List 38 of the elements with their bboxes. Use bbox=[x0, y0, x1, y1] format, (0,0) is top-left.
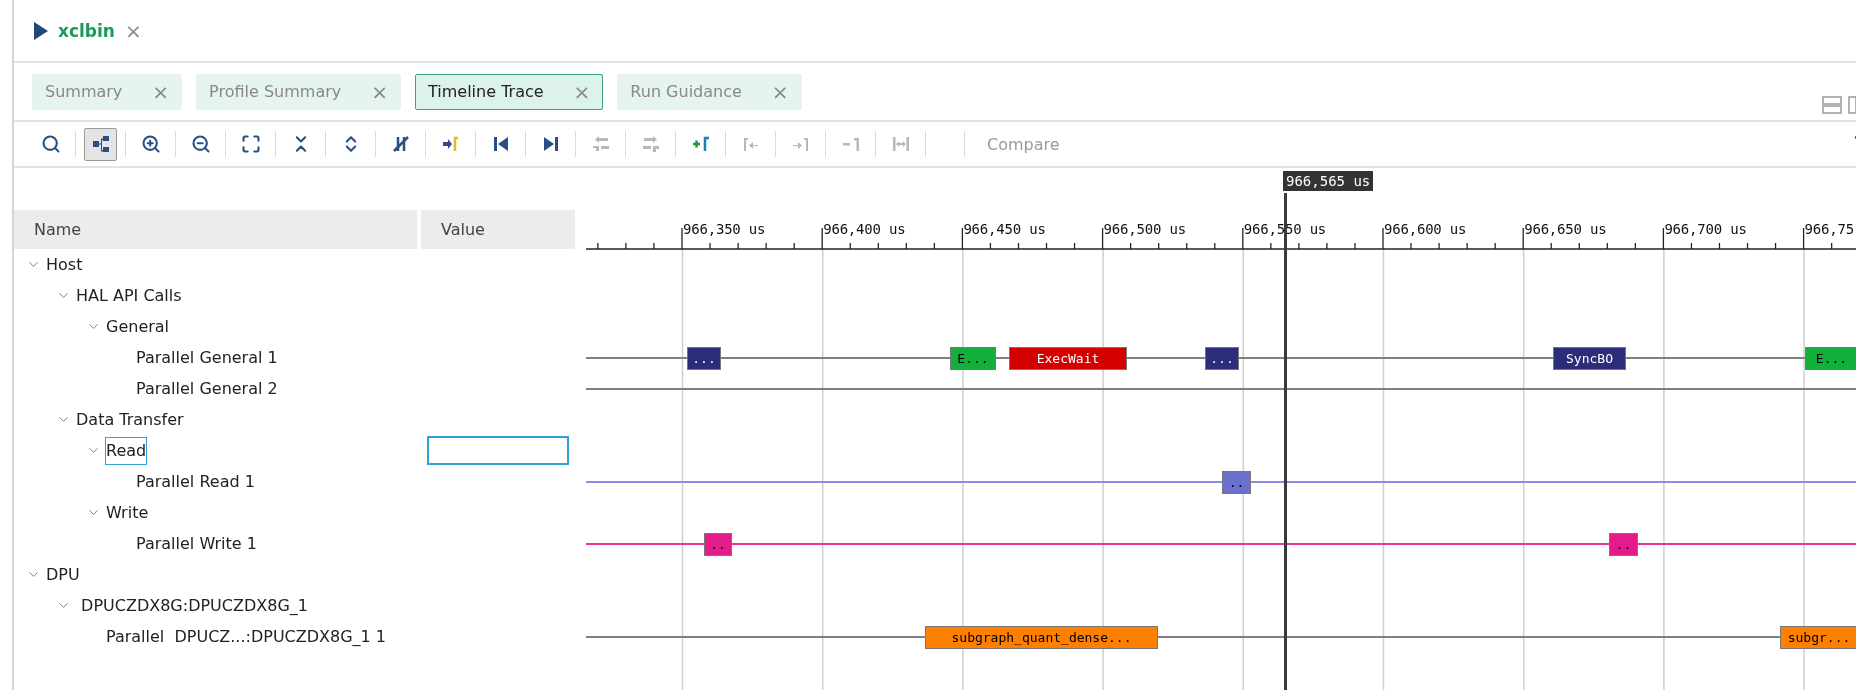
trace-event[interactable]: subgraph_quant_dense... bbox=[925, 626, 1158, 649]
tick-label: 966,75 bbox=[1804, 221, 1854, 237]
tree-item[interactable]: Parallel Read 1 bbox=[135, 467, 256, 496]
trace-event[interactable]: ... bbox=[687, 347, 721, 370]
tick-label: 966,400 us bbox=[823, 221, 906, 237]
cursor-label: 966,565 us bbox=[1283, 171, 1374, 191]
tree-item[interactable]: Parallel General 2 bbox=[135, 374, 279, 403]
trace-event[interactable]: ExecWait bbox=[1009, 347, 1127, 370]
close-button[interactable]: × bbox=[124, 20, 142, 41]
tick-label: 966,700 us bbox=[1664, 221, 1747, 237]
tree-item[interactable]: Data Transfer bbox=[75, 405, 185, 434]
trace-event[interactable]: ... bbox=[1205, 347, 1239, 370]
tick-label: 966,500 us bbox=[1103, 221, 1186, 237]
tree-item[interactable]: Parallel General 1 bbox=[135, 343, 279, 372]
tree-item[interactable]: DPU bbox=[45, 560, 81, 589]
trace-event[interactable]: E... bbox=[1805, 347, 1856, 370]
trace-event[interactable]: E... bbox=[950, 347, 996, 370]
tick-label: 966,600 us bbox=[1384, 221, 1467, 237]
editor-title[interactable]: xclbin bbox=[58, 20, 115, 41]
tree-item[interactable]: Host bbox=[45, 250, 84, 279]
column-header[interactable]: Name bbox=[14, 210, 417, 249]
tree-item[interactable]: Read bbox=[105, 436, 148, 465]
trace-event[interactable]: .. bbox=[1222, 471, 1251, 494]
tree-item[interactable]: Parallel DPUCZ...:DPUCZDX8G_1 1 bbox=[105, 622, 388, 651]
trace-event[interactable]: subgr... bbox=[1780, 626, 1856, 649]
column-header[interactable]: Value bbox=[421, 210, 575, 249]
tree-item[interactable]: DPUCZDX8G:DPUCZDX8G_1 bbox=[75, 591, 309, 620]
trace-event[interactable]: .. bbox=[1609, 533, 1638, 556]
trace-event[interactable]: SyncBO bbox=[1553, 347, 1626, 370]
tree-item[interactable]: HAL API Calls bbox=[75, 281, 183, 310]
tick-label: 966,650 us bbox=[1524, 221, 1607, 237]
trace-event[interactable]: .. bbox=[704, 533, 732, 556]
tree-item[interactable]: Parallel Write 1 bbox=[135, 529, 258, 558]
tick-label: 966,450 us bbox=[963, 221, 1046, 237]
tree-item[interactable]: General bbox=[105, 312, 171, 341]
report-tab[interactable]: Timeline Trace × bbox=[415, 73, 604, 110]
tick-label: 966,350 us bbox=[683, 221, 766, 237]
tree-item[interactable]: Write bbox=[105, 498, 150, 527]
